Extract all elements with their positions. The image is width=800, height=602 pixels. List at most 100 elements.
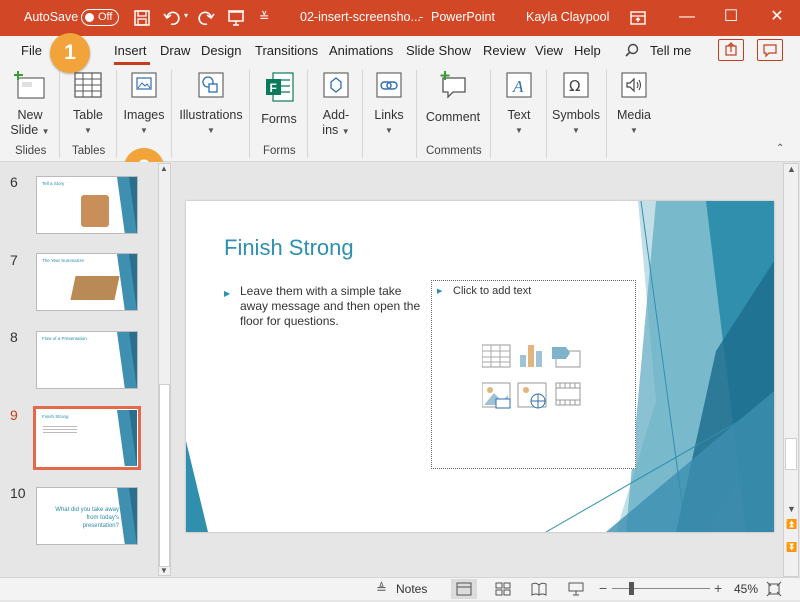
- undo-icon[interactable]: [162, 8, 182, 28]
- autosave-state: Off: [98, 11, 113, 23]
- zoom-slider-track[interactable]: [612, 588, 710, 589]
- tell-me-input[interactable]: Tell me: [650, 43, 691, 58]
- symbols-button[interactable]: Ω Symbols ▼: [551, 70, 601, 138]
- new-slide-icon: [14, 71, 45, 99]
- save-icon[interactable]: [132, 8, 152, 28]
- slide-bullet[interactable]: ▶ Leave them with a simple take away mes…: [224, 284, 424, 329]
- thumb-text-lines: [43, 426, 77, 427]
- scroll-down-icon[interactable]: ▼: [787, 504, 796, 514]
- chevron-down-icon: ▼: [385, 126, 393, 135]
- media-button[interactable]: Media ▼: [612, 70, 656, 138]
- add-ins-label-2: ins: [322, 123, 339, 137]
- media-label: Media: [616, 108, 652, 122]
- ribbon-divider: [171, 70, 172, 158]
- customize-toolbar-icon[interactable]: ≚: [259, 9, 269, 24]
- tab-transitions[interactable]: Transitions: [255, 43, 318, 58]
- illustrations-button[interactable]: Illustrations ▼: [178, 70, 244, 138]
- scroll-down-icon[interactable]: ▼: [160, 566, 168, 575]
- links-button[interactable]: Links ▼: [367, 70, 411, 138]
- ribbon-divider: [606, 70, 607, 158]
- slide-number: 10: [10, 485, 26, 501]
- slide-title[interactable]: Finish Strong: [224, 235, 354, 261]
- tab-draw[interactable]: Draw: [160, 43, 190, 58]
- text-icon: A: [506, 72, 532, 98]
- thumb-photo: [81, 195, 109, 227]
- zoom-out-button[interactable]: −: [599, 580, 607, 596]
- present-icon[interactable]: [226, 8, 246, 28]
- autosave-label: AutoSave: [24, 10, 79, 24]
- undo-dropdown-icon[interactable]: ▾: [184, 11, 188, 20]
- tab-help[interactable]: Help: [574, 43, 601, 58]
- slide-thumbnail-8[interactable]: Flow of a Presentation: [36, 331, 138, 389]
- slide-thumbnail-10[interactable]: What did you take away from today's pres…: [36, 487, 138, 545]
- thumb-title: Tell a Story: [42, 181, 65, 186]
- comment-icon: [763, 44, 777, 58]
- zoom-in-button[interactable]: +: [714, 580, 722, 596]
- slide-thumbnail-7[interactable]: The Year Summarize: [36, 253, 138, 311]
- svg-text:A: A: [512, 77, 524, 96]
- normal-view-button[interactable]: [451, 579, 477, 599]
- bullet-arrow-icon: ▶: [437, 288, 443, 295]
- chevron-down-icon: ▼: [572, 126, 580, 135]
- content-placeholder[interactable]: ▶ Click to add text: [431, 280, 636, 469]
- reading-view-icon[interactable]: [530, 581, 548, 597]
- tab-file[interactable]: File: [21, 43, 42, 58]
- scroll-thumb[interactable]: [785, 438, 797, 470]
- scroll-thumb[interactable]: [159, 384, 170, 567]
- zoom-level[interactable]: 45%: [734, 582, 758, 596]
- minimize-button[interactable]: —: [664, 0, 710, 36]
- tab-view[interactable]: View: [535, 43, 563, 58]
- new-slide-button[interactable]: New Slide ▼: [8, 70, 52, 139]
- text-button[interactable]: A Text ▼: [497, 70, 541, 138]
- next-slide-icon[interactable]: ⏬: [786, 542, 797, 553]
- scroll-up-icon[interactable]: ▲: [160, 164, 168, 173]
- comment-button[interactable]: Comment: [423, 70, 483, 125]
- slide-thumbnail-6[interactable]: Tell a Story: [36, 176, 138, 234]
- slide-thumbnail-9[interactable]: Finish Strong: [33, 406, 141, 470]
- redo-icon[interactable]: [196, 8, 216, 28]
- chevron-down-icon: ▼: [341, 127, 350, 136]
- tab-slide-show[interactable]: Slide Show: [406, 43, 471, 58]
- fit-to-window-icon[interactable]: [766, 581, 782, 597]
- zoom-slider-handle[interactable]: [629, 582, 634, 595]
- chevron-down-icon: ▼: [41, 127, 50, 136]
- thumbnail-scrollbar[interactable]: ▲ ▼: [158, 163, 171, 576]
- autosave-toggle[interactable]: Off: [81, 9, 119, 26]
- slide-scrollbar[interactable]: ▲ ▼ ⏫ ⏬: [783, 163, 799, 577]
- omega-icon: Ω: [563, 72, 589, 98]
- new-slide-label-2: Slide: [10, 123, 39, 137]
- ribbon-divider: [116, 70, 117, 158]
- previous-slide-icon[interactable]: ⏫: [786, 519, 797, 530]
- forms-icon: F: [266, 72, 294, 102]
- scroll-up-icon[interactable]: ▲: [787, 164, 796, 174]
- share-button[interactable]: [718, 39, 744, 61]
- tab-review[interactable]: Review: [483, 43, 526, 58]
- slide-canvas[interactable]: Finish Strong ▶ Leave them with a simple…: [186, 201, 774, 532]
- table-button[interactable]: Table ▼: [66, 70, 110, 138]
- slide-sorter-icon[interactable]: [494, 581, 512, 597]
- chevron-down-icon: ▼: [515, 126, 523, 135]
- thumb-title: Flow of a Presentation: [42, 336, 87, 341]
- thumb-decor: [117, 177, 137, 233]
- slideshow-view-icon[interactable]: [567, 581, 585, 597]
- add-ins-button[interactable]: Add- ins ▼: [314, 70, 358, 139]
- notes-icon[interactable]: ≜: [376, 581, 387, 597]
- share-icon: [725, 42, 737, 56]
- slide-number: 7: [10, 252, 18, 268]
- comments-button[interactable]: [757, 39, 783, 61]
- search-icon[interactable]: [624, 42, 640, 58]
- close-button[interactable]: ✕: [754, 0, 800, 36]
- chevron-down-icon: ▼: [84, 126, 92, 135]
- images-button[interactable]: Images ▼: [122, 70, 166, 138]
- maximize-button[interactable]: ☐: [708, 0, 754, 36]
- tab-animations[interactable]: Animations: [329, 43, 393, 58]
- bullet-text: Leave them with a simple take away messa…: [240, 284, 421, 328]
- tab-insert[interactable]: Insert: [114, 43, 147, 58]
- tab-design[interactable]: Design: [201, 43, 241, 58]
- ribbon-display-icon[interactable]: [628, 8, 648, 28]
- collapse-ribbon-icon[interactable]: ⌃: [776, 143, 784, 154]
- forms-button[interactable]: F Forms: [257, 70, 301, 127]
- comment-label: Comment: [425, 110, 481, 124]
- thumb-title: Finish Strong: [42, 414, 69, 419]
- notes-button[interactable]: Notes: [396, 582, 427, 596]
